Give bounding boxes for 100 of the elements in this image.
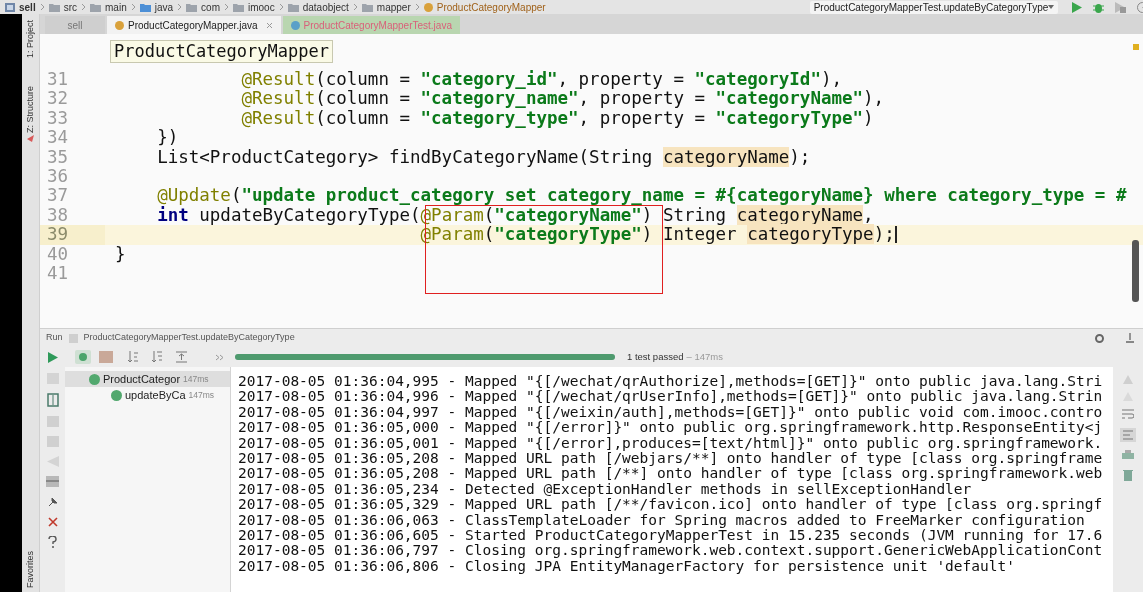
module-icon	[5, 2, 15, 12]
console-line: 2017-08-05 01:36:06,063 - ClassTemplateLoader for Spring macros added to FreeMarker configuration	[238, 512, 1085, 529]
sort-icon[interactable]	[127, 351, 138, 363]
console-line: 2017-08-05 01:36:05,000 - Mapped "{[/error]}" onto public org.springframework.http.ResponseEntity<j	[238, 420, 1103, 436]
structure-tool-tab[interactable]: Z: Structure	[23, 86, 38, 134]
breadcrumb-item[interactable]: java	[154, 0, 174, 15]
toolbar-icon[interactable]	[46, 436, 59, 447]
rerun-failed-icon[interactable]	[75, 350, 91, 364]
test-tree-item[interactable]: ProductCategor 147ms	[65, 371, 230, 387]
toolbar-icon[interactable]	[46, 456, 59, 467]
test-duration: – 147ms	[686, 349, 723, 364]
code-line: List<ProductCategory> findByCategoryName(String categoryName);	[156, 147, 811, 167]
close-icon[interactable]	[47, 517, 58, 527]
line-number: 36	[46, 166, 70, 187]
breadcrumb-item[interactable]: dataobject	[302, 0, 349, 15]
scrollbar-thumb[interactable]	[1132, 240, 1139, 302]
test-name: ProductCategor	[103, 371, 181, 387]
console-line: 2017-08-05 01:36:06,797 - Closing org.springframework.web.context.support.GenericWebApplicationCont	[238, 543, 1103, 559]
folder-icon	[361, 2, 373, 12]
passed-icon	[89, 373, 100, 385]
more-icon[interactable]	[215, 353, 224, 361]
run-config-label: ProductCategoryMapperTest.updateByCategoryType	[83, 331, 295, 345]
line-number: 39	[40, 225, 105, 245]
console-line: 2017-08-05 01:36:06,806 - Closing JPA EntityManagerFactory for persistence unit 'default'	[238, 558, 1015, 575]
editor-tab[interactable]: ProductCategoryMapper.java	[107, 16, 281, 34]
text-cursor	[894, 226, 897, 244]
warning-marker	[1133, 44, 1139, 50]
breadcrumb-item[interactable]: com	[201, 0, 220, 15]
console-line: 2017-08-05 01:36:04,997 - Mapped "{[/weixin/auth],methods=[GET]}" onto public void com.imooc.contro	[238, 404, 1103, 421]
chevron-icon	[224, 3, 229, 11]
chevron-icon	[39, 3, 45, 11]
code-line: @Result(column = "category_id", property = "categoryId"),	[240, 70, 842, 90]
settings-icon[interactable]	[1094, 332, 1105, 344]
folder-icon	[287, 2, 299, 12]
chevron-icon	[352, 3, 358, 11]
pin-icon[interactable]	[46, 496, 59, 508]
print-icon[interactable]	[1122, 450, 1134, 461]
breadcrumb-item[interactable]: src	[63, 0, 78, 15]
run-icon[interactable]	[1072, 1, 1083, 13]
toggle-icon[interactable]	[46, 393, 59, 407]
chevron-icon	[81, 3, 87, 11]
run-icon[interactable]	[48, 351, 58, 363]
test-time: 147ms	[183, 372, 209, 386]
tooltip: ProductCategoryMapper	[110, 40, 333, 63]
console-line: 2017-08-05 01:36:05,208 - Mapped URL path [/webjars/**] onto handler of type [class org.springframe	[238, 451, 1103, 467]
line-number: 32	[46, 89, 70, 109]
line-number: 40	[46, 244, 70, 264]
breadcrumb-item[interactable]: imooc	[248, 0, 275, 15]
tab-label: ProductCategoryMapper.java	[128, 18, 258, 33]
passed-icon	[111, 389, 122, 401]
structure-icon	[26, 134, 35, 144]
test-icon	[68, 333, 78, 343]
favorites-tool-tab[interactable]: Favorites	[23, 551, 38, 588]
line-number: 37	[46, 186, 70, 206]
console-line: 2017-08-05 01:36:04,996 - Mapped "{[/wechat/qrUserInfo],methods=[GET]}" onto public java.lang.Strin	[238, 389, 1103, 405]
code-line: @Update("update product_category set category_name = #{categoryName} where category_type = #	[156, 186, 1127, 206]
close-icon[interactable]	[265, 21, 273, 29]
chevron-icon	[177, 3, 183, 11]
toolbar-icon[interactable]	[46, 416, 59, 427]
console-line: 2017-08-05 01:36:05,001 - Mapped "{[/error],produces=[text/html]}" onto public org.springframework.	[238, 435, 1103, 451]
run-configuration-dropdown[interactable]: ProductCategoryMapperTest.updateByCategoryType	[809, 0, 1059, 14]
debug-icon[interactable]	[1093, 1, 1105, 13]
line-number: 38	[46, 205, 70, 226]
code-line: @Result(column = "category_name", property = "categoryName"),	[240, 89, 885, 109]
breadcrumb-item[interactable]: mapper	[376, 0, 411, 15]
folder-icon	[233, 2, 244, 12]
test-tree-item[interactable]: updateByCa 147ms	[65, 387, 230, 403]
breadcrumb-item[interactable]: sell	[19, 0, 36, 15]
class-icon	[423, 2, 433, 12]
breadcrumb-item[interactable]: main	[105, 0, 127, 15]
coverage-icon[interactable]	[1115, 1, 1127, 13]
chevron-icon	[130, 3, 136, 11]
line-number: 33	[46, 108, 70, 129]
scroll-to-end-icon[interactable]	[1120, 428, 1136, 442]
console-line: 2017-08-05 01:36:05,234 - Detected @ExceptionHandler methods in sellExceptionHandler	[238, 481, 972, 498]
sort-by-duration-icon[interactable]	[151, 351, 162, 363]
line-number: 31	[46, 70, 70, 90]
help-icon[interactable]	[48, 536, 57, 548]
folder-icon	[90, 2, 102, 12]
wrap-icon[interactable]	[1122, 409, 1134, 420]
trash-icon[interactable]	[1123, 469, 1133, 481]
folder-icon	[139, 2, 151, 12]
tab-label: sell	[67, 18, 83, 33]
code-line: })	[156, 128, 179, 148]
line-number: 34	[46, 128, 70, 148]
project-tool-tab[interactable]: 1: Project	[23, 20, 38, 59]
breadcrumb-item[interactable]: ProductCategoryMapper	[436, 0, 546, 15]
collapse-all-icon[interactable]	[176, 351, 187, 363]
hide-icon[interactable]	[1125, 333, 1135, 343]
test-status: 1 test passed	[627, 349, 684, 364]
console-line: 2017-08-05 01:36:04,995 - Mapped "{[/wechat/qrAuthorize],methods=[GET]}" onto public java.lang.Stri	[238, 374, 1103, 390]
up-icon[interactable]	[1123, 375, 1133, 384]
layout-icon[interactable]	[46, 476, 59, 487]
rerun-icon[interactable]	[46, 373, 59, 384]
test-name: updateByCa	[125, 387, 186, 403]
caret-icon	[1048, 5, 1055, 9]
chevron-icon	[278, 3, 284, 11]
panel-title: Run	[46, 331, 63, 345]
folder-icon	[186, 2, 198, 12]
console-line: 2017-08-05 01:36:06,605 - Started ProductCategoryMapperTest in 15.235 seconds (JVM running for 17.6	[238, 528, 1103, 544]
